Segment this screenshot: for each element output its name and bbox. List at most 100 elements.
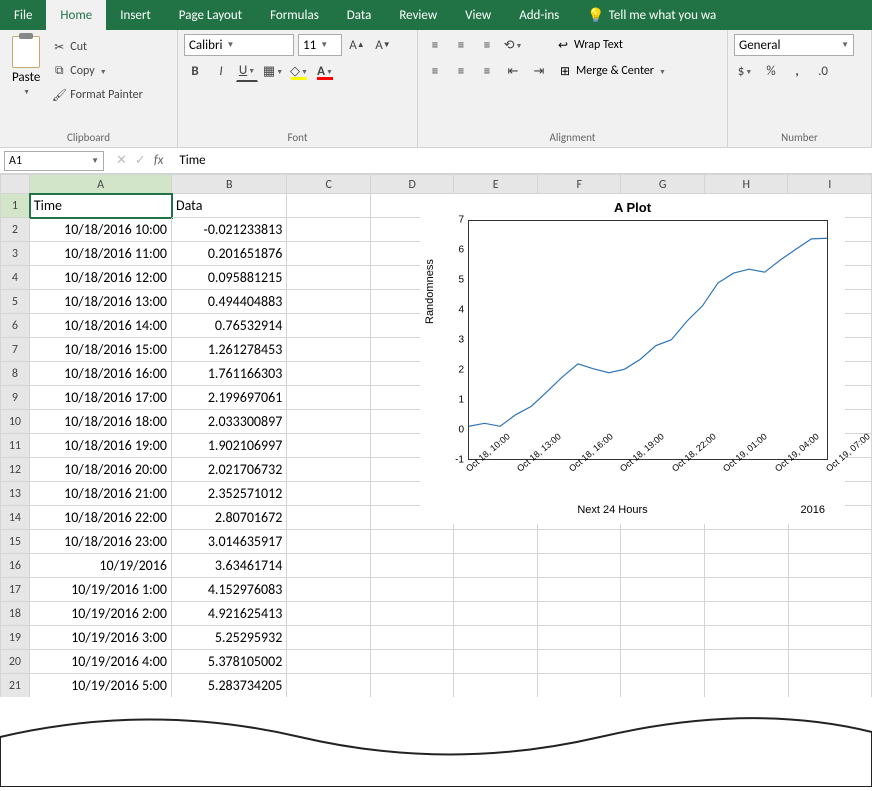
cell[interactable] xyxy=(454,674,538,698)
cell[interactable]: 1.761166303 xyxy=(172,362,287,386)
col-header-F[interactable]: F xyxy=(538,174,622,194)
cell[interactable]: 0.494404883 xyxy=(172,290,287,314)
tab-add-ins[interactable]: Add-ins xyxy=(505,0,573,30)
cell[interactable] xyxy=(538,602,622,626)
row-header[interactable]: 17 xyxy=(0,578,30,602)
row-header[interactable]: 18 xyxy=(0,602,30,626)
cell[interactable]: Time xyxy=(30,194,172,218)
italic-button[interactable]: I xyxy=(210,60,232,82)
row-header[interactable]: 7 xyxy=(0,338,30,362)
cell[interactable]: 10/18/2016 14:00 xyxy=(30,314,172,338)
increase-decimal-button[interactable]: .0 xyxy=(812,60,834,82)
cell[interactable]: 4.152976083 xyxy=(172,578,287,602)
row-header[interactable]: 5 xyxy=(0,290,30,314)
cancel-icon[interactable]: ✕ xyxy=(116,153,127,168)
cell[interactable] xyxy=(705,602,789,626)
row-header[interactable]: 3 xyxy=(0,242,30,266)
cell[interactable] xyxy=(287,242,371,266)
cell[interactable] xyxy=(287,626,371,650)
tab-page-layout[interactable]: Page Layout xyxy=(165,0,256,30)
select-all-corner[interactable] xyxy=(0,174,30,194)
cell[interactable] xyxy=(371,530,455,554)
chart-object[interactable]: A Plot Randomness -101234567 Oct 18, 10:… xyxy=(420,194,845,524)
tab-data[interactable]: Data xyxy=(333,0,386,30)
row-header[interactable]: 15 xyxy=(0,530,30,554)
cell[interactable] xyxy=(621,530,705,554)
cell[interactable] xyxy=(789,674,872,698)
cell[interactable] xyxy=(621,578,705,602)
tab-file[interactable]: File xyxy=(0,0,46,30)
cell[interactable]: 2.199697061 xyxy=(172,386,287,410)
cell[interactable] xyxy=(287,650,371,674)
cell[interactable] xyxy=(371,626,455,650)
cell[interactable]: 10/18/2016 23:00 xyxy=(30,530,172,554)
currency-button[interactable]: $▼ xyxy=(734,60,756,82)
cell[interactable]: 10/19/2016 4:00 xyxy=(30,650,172,674)
cell[interactable] xyxy=(538,578,622,602)
row-header[interactable]: 8 xyxy=(0,362,30,386)
cell[interactable] xyxy=(705,650,789,674)
cell[interactable] xyxy=(705,674,789,698)
cell[interactable]: 10/18/2016 19:00 xyxy=(30,434,172,458)
formula-input[interactable]: Time xyxy=(171,153,872,168)
cell[interactable]: 10/19/2016 xyxy=(30,554,172,578)
cell[interactable] xyxy=(287,218,371,242)
cell[interactable]: 10/18/2016 12:00 xyxy=(30,266,172,290)
cell[interactable] xyxy=(371,578,455,602)
col-header-G[interactable]: G xyxy=(621,174,705,194)
cell[interactable] xyxy=(287,338,371,362)
cell[interactable]: 10/18/2016 10:00 xyxy=(30,218,172,242)
cell[interactable]: Data xyxy=(172,194,287,218)
tab-formulas[interactable]: Formulas xyxy=(256,0,333,30)
align-right-button[interactable]: ≡ xyxy=(476,60,498,82)
row-header[interactable]: 1 xyxy=(0,194,30,218)
tab-view[interactable]: View xyxy=(451,0,505,30)
cell[interactable] xyxy=(621,602,705,626)
font-name-combo[interactable]: Calibri▼ xyxy=(184,34,294,56)
cell[interactable] xyxy=(705,530,789,554)
cell[interactable] xyxy=(789,554,872,578)
align-bottom-button[interactable]: ≡ xyxy=(476,34,498,56)
tab-insert[interactable]: Insert xyxy=(106,0,165,30)
cell[interactable] xyxy=(287,554,371,578)
cell[interactable] xyxy=(287,530,371,554)
row-header[interactable]: 14 xyxy=(0,506,30,530)
cell[interactable]: 10/19/2016 3:00 xyxy=(30,626,172,650)
row-header[interactable]: 6 xyxy=(0,314,30,338)
cell[interactable] xyxy=(454,554,538,578)
cell[interactable] xyxy=(621,554,705,578)
row-header[interactable]: 9 xyxy=(0,386,30,410)
name-box[interactable]: A1▼ xyxy=(4,151,104,171)
underline-button[interactable]: U▼ xyxy=(236,60,258,82)
cell[interactable]: 2.80701672 xyxy=(172,506,287,530)
decrease-indent-button[interactable]: ⇤ xyxy=(502,60,524,82)
cell[interactable]: 2.033300897 xyxy=(172,410,287,434)
row-header[interactable]: 10 xyxy=(0,410,30,434)
row-header[interactable]: 11 xyxy=(0,434,30,458)
merge-center-button[interactable]: ⊞Merge & Center▼ xyxy=(554,62,670,80)
bold-button[interactable]: B xyxy=(184,60,206,82)
tab-review[interactable]: Review xyxy=(385,0,451,30)
comma-button[interactable]: , xyxy=(786,60,808,82)
cell[interactable] xyxy=(454,650,538,674)
cell[interactable]: 5.378105002 xyxy=(172,650,287,674)
grid-body[interactable]: A Plot Randomness -101234567 Oct 18, 10:… xyxy=(0,194,872,722)
orientation-button[interactable]: ⟲▼ xyxy=(502,34,524,56)
cell[interactable]: 10/19/2016 2:00 xyxy=(30,602,172,626)
cell[interactable]: 0.76532914 xyxy=(172,314,287,338)
font-color-button[interactable]: A▼ xyxy=(314,60,336,82)
cell[interactable]: 10/18/2016 17:00 xyxy=(30,386,172,410)
font-size-combo[interactable]: 11▼ xyxy=(298,34,342,56)
cell[interactable] xyxy=(371,554,455,578)
cell[interactable] xyxy=(371,674,455,698)
cell[interactable]: 0.201651876 xyxy=(172,242,287,266)
cell[interactable]: 10/18/2016 20:00 xyxy=(30,458,172,482)
align-center-button[interactable]: ≡ xyxy=(450,60,472,82)
col-header-E[interactable]: E xyxy=(454,174,538,194)
cell[interactable]: 2.352571012 xyxy=(172,482,287,506)
row-header[interactable]: 21 xyxy=(0,674,30,698)
cell[interactable] xyxy=(287,578,371,602)
cell[interactable]: 10/18/2016 16:00 xyxy=(30,362,172,386)
cut-button[interactable]: ✂Cut xyxy=(50,38,145,56)
cell[interactable] xyxy=(789,602,872,626)
